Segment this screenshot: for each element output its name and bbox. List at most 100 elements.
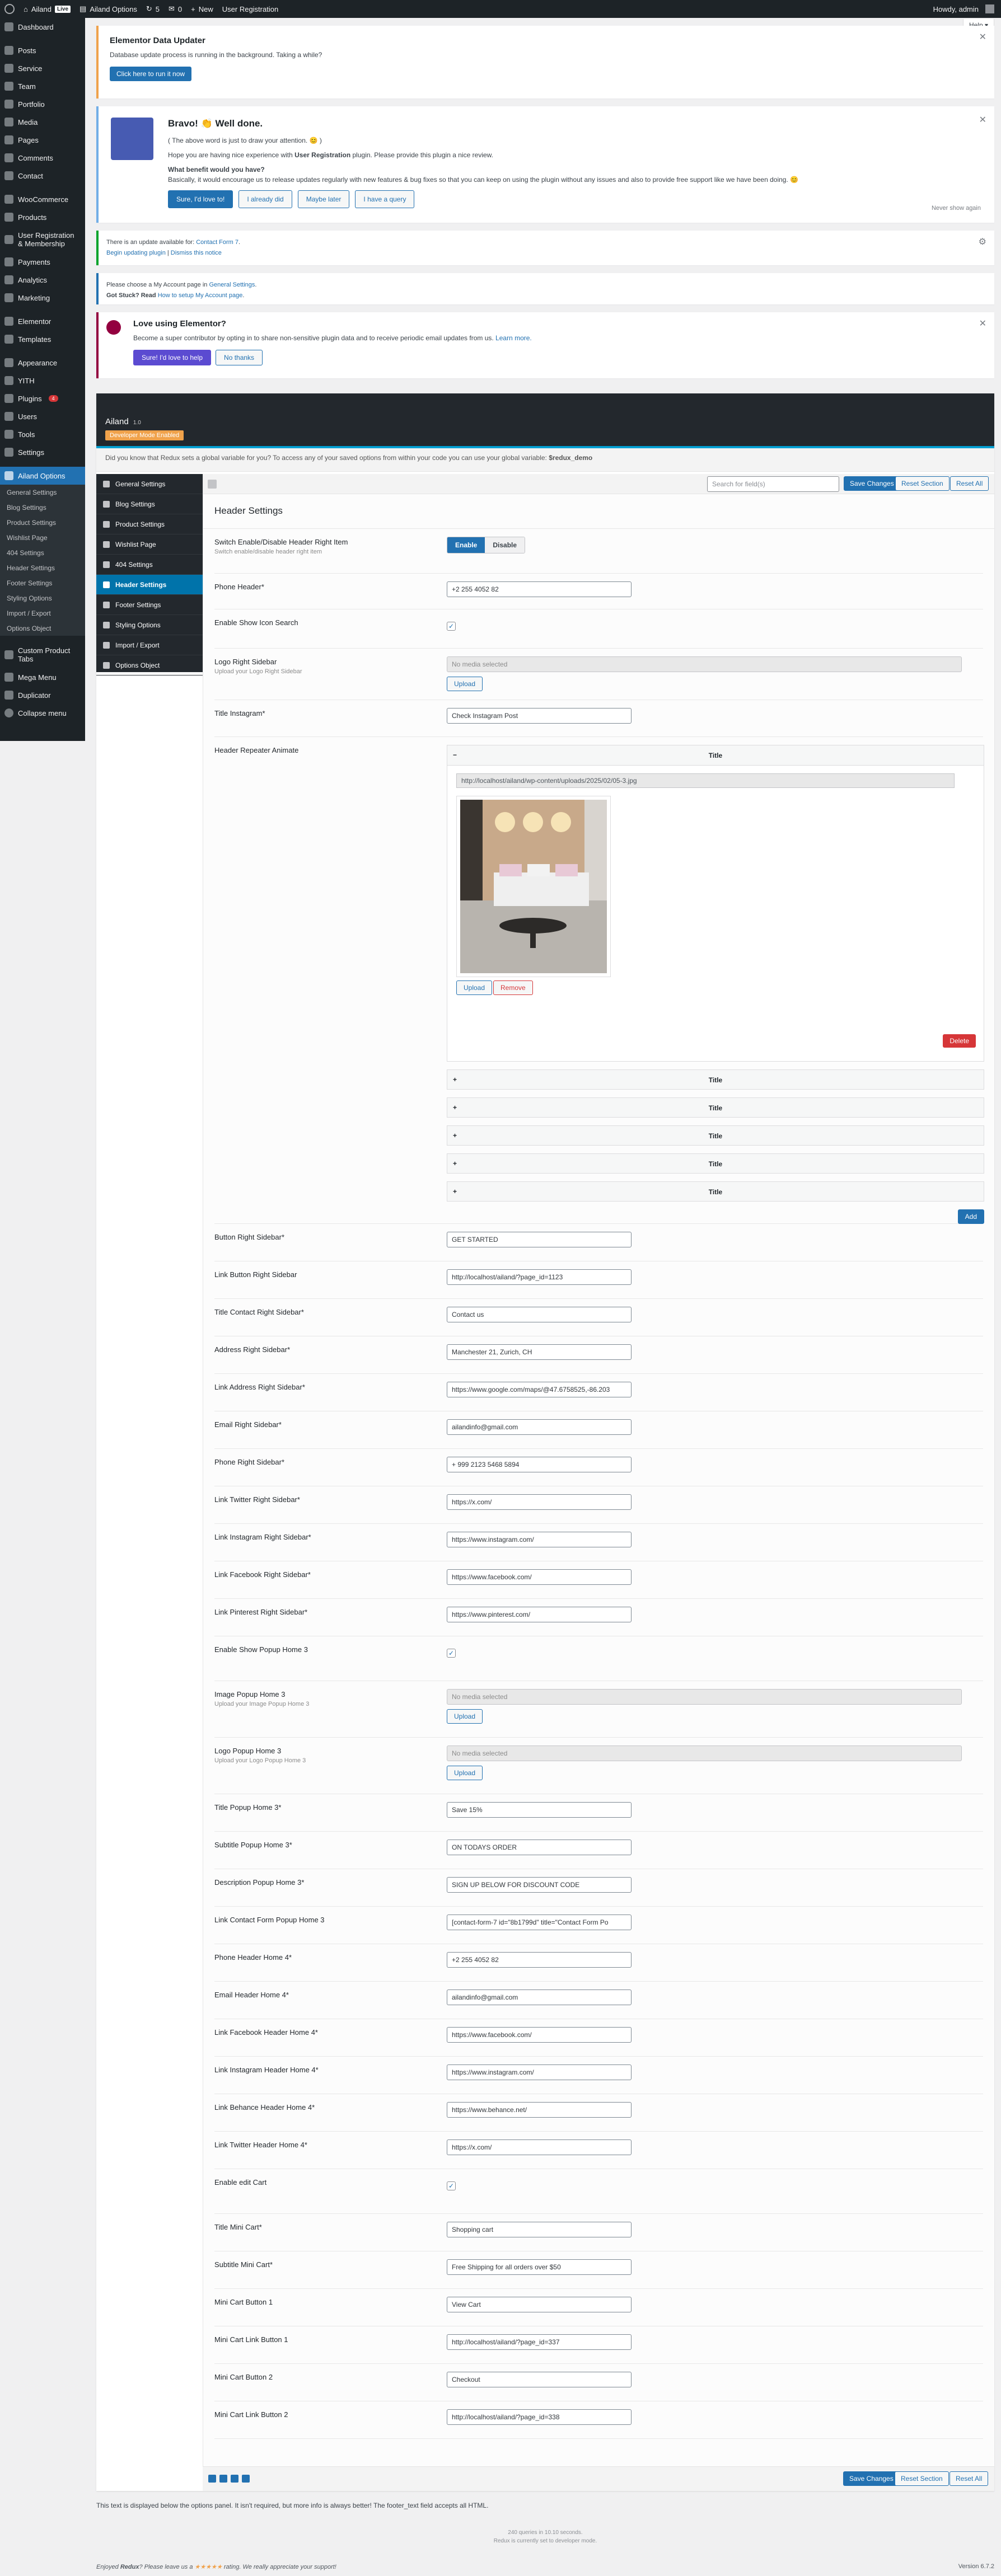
redux-nav-styling[interactable]: Styling Options [96,615,203,635]
menu-item-ailand-options[interactable]: Ailand Options [0,467,85,485]
menu-item-pages[interactable]: Pages [0,131,85,149]
gear-icon[interactable]: ⚙ [979,236,986,247]
text-field-input[interactable]: +2 255 4052 82 [447,1952,632,1968]
redux-nav-product[interactable]: Product Settings [96,514,203,534]
cart-enable-checkbox[interactable]: ✓ [447,2181,456,2190]
repeater-item-header[interactable]: − Title [447,745,984,766]
repeater-upload-button[interactable]: Upload [456,980,493,995]
repeater-item-collapsed[interactable]: + Title [447,1153,984,1174]
text-field-input[interactable]: https://www.instagram.com/ [447,1532,632,1547]
redux-nav-general[interactable]: General Settings [96,474,203,494]
text-field-input[interactable]: https://x.com/ [447,2139,632,2155]
title-instagram-input[interactable]: Check Instagram Post [447,708,632,724]
upload-button[interactable]: Upload [447,1766,483,1780]
text-field-input[interactable]: Contact us [447,1307,632,1322]
logo-right-media-field[interactable]: No media selected [447,656,962,672]
menu-item-marketing[interactable]: Marketing [0,289,85,307]
reset-section-button[interactable]: Reset Section [895,476,949,491]
menu-item-mega-menu[interactable]: Mega Menu [0,668,85,686]
menu-item-templates[interactable]: Templates [0,330,85,348]
menu-item-plugins[interactable]: Plugins 4 [0,390,85,407]
repeater-item-collapsed[interactable]: + Title [447,1097,984,1118]
text-field-input[interactable]: https://www.facebook.com/ [447,1569,632,1585]
already-did-button[interactable]: I already did [238,190,292,208]
setup-account-link[interactable]: How to setup My Account page [158,292,243,299]
menu-item-payments[interactable]: Payments [0,253,85,271]
menu-item-custom-product-tabs[interactable]: Custom Product Tabs [0,641,85,668]
menu-item-comments[interactable]: Comments [0,149,85,167]
maybe-later-button[interactable]: Maybe later [297,190,350,208]
menu-item-elementor[interactable]: Elementor [0,312,85,330]
text-field-input[interactable]: ailandinfo@gmail.com [447,1990,632,2005]
menu-item-products[interactable]: Products [0,208,85,226]
repeater-add-button[interactable]: Add [957,1209,984,1224]
text-field-input[interactable]: Shopping cart [447,2222,632,2237]
text-field-input[interactable]: ailandinfo@gmail.com [447,1419,632,1435]
redux-nav-blog[interactable]: Blog Settings [96,494,203,514]
facebook-icon[interactable] [219,2475,227,2483]
menu-item-media[interactable]: Media [0,113,85,131]
reset-all-button[interactable]: Reset All [950,476,989,491]
collapse-menu-button[interactable]: Collapse menu [0,704,85,722]
close-icon[interactable]: ✕ [979,318,986,329]
text-field-input[interactable]: GET STARTED [447,1232,632,1247]
menu-item-settings[interactable]: Settings [0,443,85,461]
phone-header-input[interactable]: +2 255 4052 82 [447,581,632,597]
logo-popup-media-field[interactable]: No media selected [447,1746,962,1761]
text-field-input[interactable]: http://localhost/ailand/?page_id=337 [447,2334,632,2350]
popup-enable-checkbox[interactable]: ✓ [447,1649,456,1658]
redux-nav-header[interactable]: Header Settings [96,575,203,595]
menu-item-posts[interactable]: Posts [0,41,85,59]
disable-option[interactable]: Disable [485,537,525,553]
new-content-link[interactable]: + New [186,0,218,18]
submenu-404-settings[interactable]: 404 Settings [0,545,85,560]
text-field-input[interactable]: https://www.instagram.com/ [447,2064,632,2080]
repeater-item-collapsed[interactable]: + Title [447,1069,984,1090]
submenu-wishlist-page[interactable]: Wishlist Page [0,530,85,545]
updates-link[interactable]: ↻ 5 [142,0,164,18]
run-updater-button[interactable]: Click here to run it now [110,67,192,81]
redux-nav-options-object[interactable]: Options Object [96,655,203,675]
redux-nav-404[interactable]: 404 Settings [96,555,203,575]
menu-item-users[interactable]: Users [0,407,85,425]
learn-more-link[interactable]: Learn more. [495,334,532,342]
save-changes-button-bottom[interactable]: Save Changes [843,2471,900,2486]
redux-nav-import-export[interactable]: Import / Export [96,635,203,655]
text-field-input[interactable]: [contact-form-7 id="8b1799d" title="Cont… [447,1915,632,1930]
never-show-link[interactable]: Never show again [932,205,981,212]
reset-all-button-bottom[interactable]: Reset All [949,2471,989,2486]
submenu-blog-settings[interactable]: Blog Settings [0,500,85,515]
contact-form-7-link[interactable]: Contact Form 7 [196,239,238,246]
repeater-delete-button[interactable]: Delete [943,1034,976,1048]
begin-updating-link[interactable]: Begin updating plugin [106,250,166,256]
text-field-input[interactable]: Checkout [447,2372,632,2387]
submenu-styling-options[interactable]: Styling Options [0,590,85,606]
text-field-input[interactable]: http://localhost/ailand/?page_id=1123 [447,1269,632,1285]
text-field-input[interactable]: SIGN UP BELOW FOR DISCOUNT CODE [447,1877,632,1893]
menu-item-duplicator[interactable]: Duplicator [0,686,85,704]
submenu-header-settings[interactable]: Header Settings [0,560,85,575]
repeater-item-collapsed[interactable]: + Title [447,1181,984,1202]
user-registration-link[interactable]: User Registration [218,0,283,18]
submenu-general-settings[interactable]: General Settings [0,485,85,500]
have-query-button[interactable]: I have a query [355,190,415,208]
wp-logo-icon[interactable] [0,0,19,18]
text-field-input[interactable]: https://www.pinterest.com/ [447,1607,632,1622]
redux-nav-footer[interactable]: Footer Settings [96,595,203,615]
submenu-import-export[interactable]: Import / Export [0,606,85,621]
menu-item-appearance[interactable]: Appearance [0,354,85,372]
my-account-link[interactable]: Howdy, admin [929,0,1001,18]
text-field-input[interactable]: http://localhost/ailand/?page_id=338 [447,2409,632,2425]
reset-section-button-bottom[interactable]: Reset Section [895,2471,949,2486]
icon-search-checkbox[interactable]: ✓ [447,622,456,631]
text-field-input[interactable]: Manchester 21, Zurich, CH [447,1344,632,1360]
expand-icon[interactable] [208,480,217,489]
text-field-input[interactable]: View Cart [447,2297,632,2312]
text-field-input[interactable]: ON TODAYS ORDER [447,1840,632,1855]
redux-nav-wishlist[interactable]: Wishlist Page [96,534,203,555]
submenu-product-settings[interactable]: Product Settings [0,515,85,530]
ailand-options-link[interactable]: ▤ Ailand Options [75,0,142,18]
globe-icon[interactable] [208,2475,216,2483]
text-field-input[interactable]: https://www.behance.net/ [447,2102,632,2118]
text-field-input[interactable]: Save 15% [447,1802,632,1818]
